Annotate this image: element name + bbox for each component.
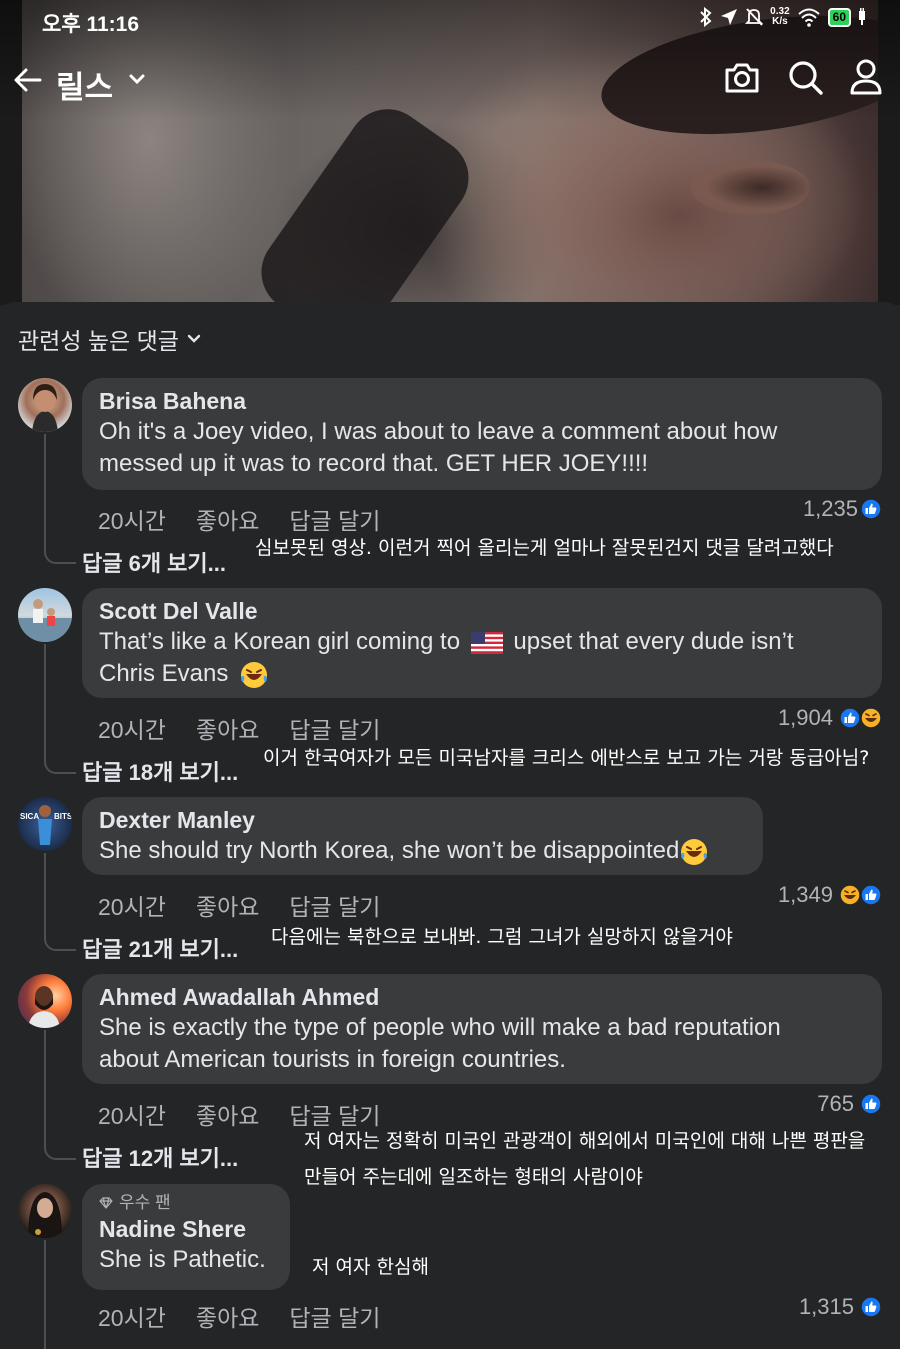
comment-author[interactable]: Brisa Bahena xyxy=(99,386,865,416)
translation-overlay: 심보못된 영상. 이런거 찍어 올리는게 얼마나 잘못된건지 댓글 달려고했다 xyxy=(255,537,834,559)
like-button[interactable]: 좋아요 xyxy=(196,502,259,536)
avatar[interactable] xyxy=(18,1184,72,1238)
view-replies-link[interactable]: 답글 12개 보기... xyxy=(82,1141,238,1173)
translation-overlay: 이거 한국여자가 모든 미국남자를 크리스 에반스로 보고 가는 거랑 동급아님… xyxy=(263,747,870,769)
comment-bubble[interactable]: Brisa Bahena Oh it's a Joey video, I was… xyxy=(82,378,882,490)
comment-bubble[interactable]: Ahmed Awadallah Ahmed She is exactly the… xyxy=(82,974,882,1084)
like-reaction-icon xyxy=(860,498,882,520)
reply-button[interactable]: 답글 달기 xyxy=(289,888,380,922)
chevron-down-icon[interactable] xyxy=(128,72,146,86)
mute-bell-icon xyxy=(745,8,764,26)
comment-bubble[interactable]: Dexter Manley She should try North Korea… xyxy=(82,797,763,875)
sort-label: 관련성 높은 댓글 xyxy=(18,328,179,354)
camera-icon[interactable] xyxy=(722,58,762,98)
reaction-summary[interactable]: 1,904 xyxy=(778,705,882,731)
svg-text:SICA: SICA xyxy=(20,812,39,821)
like-reaction-icon xyxy=(860,884,882,906)
bluetooth-icon xyxy=(700,7,712,27)
translation-overlay: 저 여자는 정확히 미국인 관광객이 해외에서 미국인에 대해 나쁜 평판을 만… xyxy=(304,1130,866,1188)
translation-overlay: 저 여자 한심해 xyxy=(312,1256,429,1278)
comment-text: She should try North Korea, she won’t be… xyxy=(99,835,746,867)
view-replies-link[interactable]: 답글 6개 보기... xyxy=(82,546,226,578)
haha-reaction-icon xyxy=(839,884,861,906)
view-replies-link[interactable]: 답글 18개 보기... xyxy=(82,755,238,787)
comment-author[interactable]: Ahmed Awadallah Ahmed xyxy=(99,982,865,1012)
profile-icon[interactable] xyxy=(848,58,884,98)
reel-video-preview[interactable] xyxy=(0,0,900,305)
avatar[interactable] xyxy=(18,588,72,642)
comment-text: She is exactly the type of people who wi… xyxy=(99,1014,781,1073)
diamond-icon xyxy=(99,1197,113,1209)
us-flag-icon xyxy=(470,631,503,654)
like-button[interactable]: 좋아요 xyxy=(196,888,259,922)
reaction-count: 1,349 xyxy=(777,882,833,907)
reply-button[interactable]: 답글 달기 xyxy=(289,1299,380,1333)
search-icon[interactable] xyxy=(786,58,826,98)
comment-author[interactable]: Scott Del Valle xyxy=(99,596,865,626)
comment-actions: 20시간 좋아요 답글 달기 xyxy=(98,1299,380,1333)
laughing-tears-emoji xyxy=(241,661,268,688)
battery-indicator: 60 xyxy=(827,7,851,27)
comment-text: That’s like a Korean girl coming to upse… xyxy=(99,626,865,690)
laughing-tears-emoji xyxy=(681,838,708,865)
like-button[interactable]: 좋아요 xyxy=(196,1097,259,1131)
status-time: 오후 11:16 xyxy=(42,13,140,36)
status-bar: 오후 11:16 0.32 K/s 60 xyxy=(0,0,900,40)
comment-author[interactable]: Nadine Shere xyxy=(99,1214,273,1244)
comment-text: She is Pathetic. xyxy=(99,1246,266,1273)
top-fan-badge: 우수 팬 xyxy=(99,1192,273,1214)
reels-top-bar: 릴스 xyxy=(0,52,900,112)
avatar[interactable] xyxy=(18,974,72,1028)
like-reaction-icon xyxy=(860,1093,882,1115)
charging-icon xyxy=(859,8,865,25)
reaction-count: 1,904 xyxy=(777,705,833,730)
comment-timestamp: 20시간 xyxy=(98,1103,166,1129)
back-arrow-icon[interactable] xyxy=(12,64,44,96)
like-reaction-icon xyxy=(839,707,861,729)
reaction-count: 1,235 xyxy=(802,496,858,521)
comment-bubble[interactable]: 우수 팬 Nadine Shere She is Pathetic. xyxy=(82,1184,290,1290)
svg-text:BITS: BITS xyxy=(54,812,72,821)
like-button[interactable]: 좋아요 xyxy=(196,1299,259,1333)
network-speed: 0.32 K/s xyxy=(770,6,790,27)
haha-reaction-icon xyxy=(860,707,882,729)
reaction-summary[interactable]: 1,315 xyxy=(799,1294,882,1320)
wifi-icon xyxy=(797,8,820,27)
comment-timestamp: 20시간 xyxy=(98,717,166,743)
translation-overlay: 다음에는 북한으로 보내봐. 그럼 그녀가 실망하지 않을거야 xyxy=(271,926,733,948)
chevron-down-icon xyxy=(187,334,201,343)
like-button[interactable]: 좋아요 xyxy=(196,711,259,745)
reaction-count: 765 xyxy=(817,1091,854,1116)
comment-text: Oh it's a Joey video, I was about to lea… xyxy=(99,418,778,477)
reaction-summary[interactable]: 1,235 xyxy=(803,496,882,522)
comment-timestamp: 20시간 xyxy=(98,1305,166,1331)
like-reaction-icon xyxy=(860,1296,882,1318)
reaction-summary[interactable]: 765 xyxy=(817,1091,882,1117)
page-title[interactable]: 릴스 xyxy=(56,62,113,107)
avatar[interactable]: SICA BITS xyxy=(18,797,72,851)
comment-timestamp: 20시간 xyxy=(98,894,166,920)
comment-bubble[interactable]: Scott Del Valle That’s like a Korean gir… xyxy=(82,588,882,698)
reaction-summary[interactable]: 1,349 xyxy=(778,882,882,908)
location-arrow-icon xyxy=(721,9,738,25)
comments-panel: 관련성 높은 댓글 Brisa Bahena Oh it's a Joey vi… xyxy=(0,302,900,1349)
view-replies-link[interactable]: 답글 21개 보기... xyxy=(82,932,238,964)
comment-actions: 20시간 좋아요 답글 달기 xyxy=(98,888,380,922)
comment-timestamp: 20시간 xyxy=(98,508,166,534)
avatar[interactable] xyxy=(18,378,72,432)
reaction-count: 1,315 xyxy=(798,1294,854,1319)
comment-author[interactable]: Dexter Manley xyxy=(99,805,746,835)
comment-sort-dropdown[interactable]: 관련성 높은 댓글 xyxy=(18,322,201,356)
